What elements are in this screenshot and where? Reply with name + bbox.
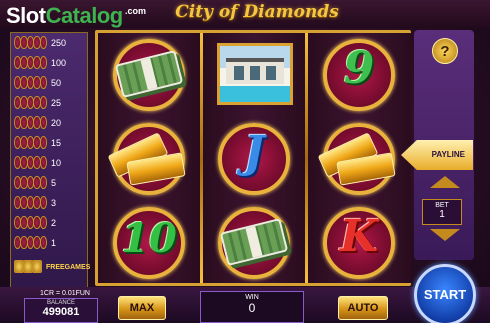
logo-catalog-text: Catalog [45,3,124,28]
symbol-stack-icon [14,56,48,70]
paytable-value: 1 [51,238,57,248]
symbol-stack-icon [14,196,48,210]
game-title: City of Diamonds [175,2,339,22]
max-bet-button[interactable]: MAX [118,296,166,320]
win-label: WIN [245,294,259,301]
paytable-value: 10 [51,158,62,168]
symbol-stack-icon [14,76,48,90]
symbol-stack-icon [14,136,48,150]
free-games-icon [14,260,42,274]
bet-display: BET 1 [422,199,462,225]
symbol-stack-icon [14,236,48,250]
cash-stack-icon [104,37,194,113]
paytable-value: 25 [51,98,62,108]
paytable-row: 10 [14,155,86,171]
k-symbol-glyph: K [339,211,379,262]
reel-2: J [203,33,306,283]
symbol-stack-icon [14,36,48,50]
symbol-stack-icon [14,216,48,230]
logo-slot-text: Slot [6,3,46,28]
cash-stack-icon [209,205,299,281]
paytable-row: 250 [14,35,86,51]
bet-label: BET [435,202,449,209]
paytable-row: 25 [14,95,86,111]
paytable-value: 5 [51,178,57,188]
paytable-row: 2 [14,215,86,231]
paytable-value: 20 [51,118,62,128]
nine-symbol-glyph: 9 [343,43,375,94]
paytable-value: 50 [51,78,62,88]
paytable-row: 3 [14,195,86,211]
bet-decrease-arrow-icon[interactable] [430,229,460,241]
symbol-stack-icon [14,156,48,170]
nine-symbol: 9 [314,37,404,113]
gold-bars-icon [314,121,404,197]
win-value: 0 [248,301,256,315]
ten-symbol: 10 [104,205,194,281]
symbol-stack-icon [14,176,48,190]
k-symbol: K [314,205,404,281]
paytable-value: 250 [51,38,67,48]
paytable-row: 5 [14,175,86,191]
gold-bars-icon [104,121,194,197]
reel-1: 10 [98,33,201,283]
paytable-row-freegames: FREEGAMES [14,259,90,275]
j-symbol-glyph: J [243,127,265,178]
paytable-value: 3 [51,198,57,208]
paytable-row: 1 [14,235,86,251]
paytable-value: 2 [51,218,57,228]
villa-icon [209,37,299,113]
balance-display: BALANCE 499081 [24,298,98,323]
paytable-row: 100 [14,55,86,71]
win-display: WIN 0 [200,291,304,323]
paytable-row: 15 [14,135,86,151]
symbol-stack-icon [14,96,48,110]
slotcatalog-logo: SlotCatalog [6,3,123,29]
bet-increase-arrow-icon[interactable] [430,176,460,188]
bet-value: 1 [439,209,445,220]
paytable-row: 20 [14,115,86,131]
paytable-value: 15 [51,138,62,148]
symbol-stack-icon [14,116,48,130]
paytable-value: FREEGAMES [46,263,91,271]
help-button[interactable]: ? [432,38,458,64]
paytable-panel: 250 100 50 25 20 15 10 5 3 2 1 FREEGAMES [10,32,90,288]
reel-area: 10 J 9 K [95,30,411,286]
paytable-row: 50 [14,75,86,91]
start-spin-button[interactable]: START [414,264,476,323]
j-symbol: J [209,121,299,197]
ten-symbol-glyph: 10 [121,215,177,262]
denomination-text: 1CR = 0.01FUN [40,290,90,297]
balance-value: 499081 [42,306,80,318]
paytable-value: 100 [51,58,67,68]
autoplay-button[interactable]: AUTO [338,296,388,320]
payline-button[interactable]: PAYLINE [401,140,473,170]
logo-com-text: .com [125,6,147,16]
reel-3: 9 K [308,33,411,283]
